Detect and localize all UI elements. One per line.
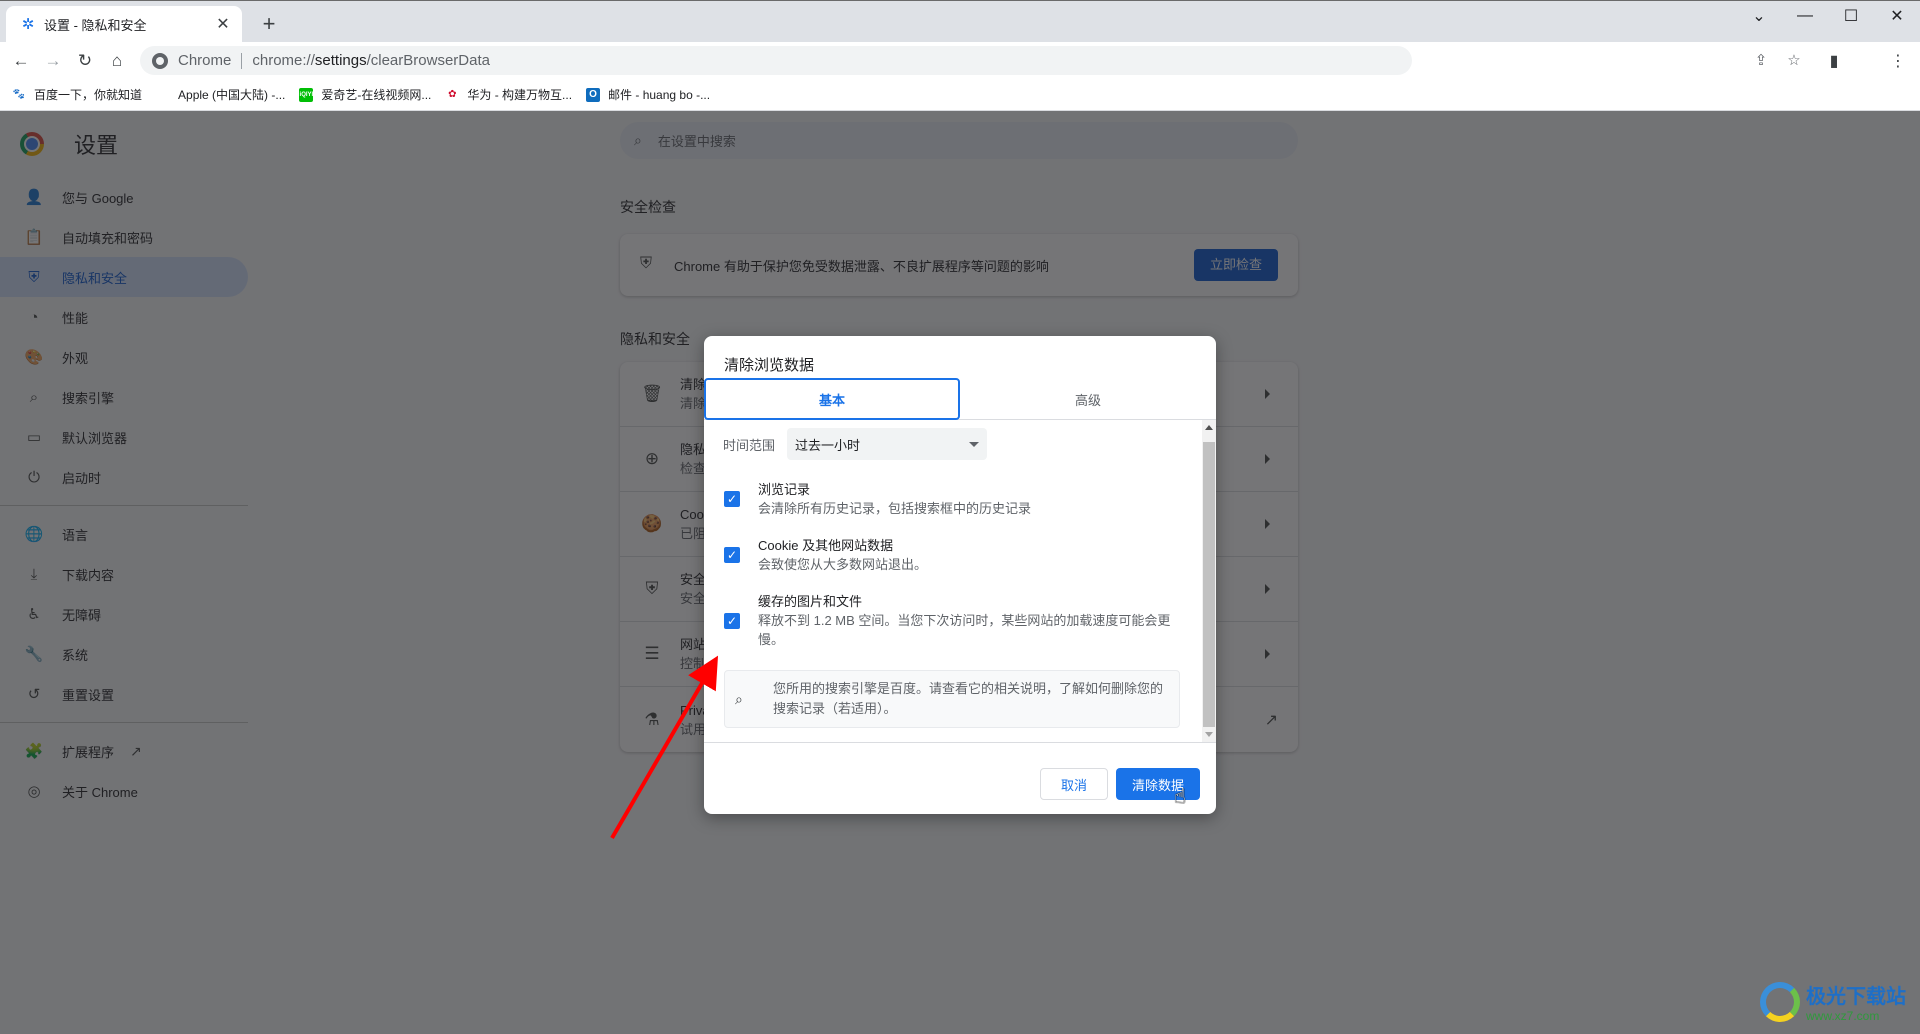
home-button[interactable]: ⌂ [104, 48, 130, 74]
side-panel-icon: ▮ [1829, 53, 1839, 70]
maximize-button[interactable]: ☐ [1828, 1, 1874, 31]
bookmark-item[interactable]: 🐾 百度一下，你就知道 [12, 86, 142, 103]
gear-icon: ✲ [21, 15, 35, 33]
iqiyi-icon: iQIYI [299, 87, 314, 102]
search-icon: ⌕ [735, 691, 743, 707]
bookmark-item[interactable]: ✿ 华为 - 构建万物互... [445, 86, 572, 103]
omnibox-separator [241, 52, 243, 69]
chrome-menu-button[interactable]: ⋮ [1886, 49, 1910, 73]
cookies-checkbox[interactable]: ✓ [724, 547, 740, 563]
back-button[interactable]: ← [8, 48, 34, 74]
bookmarks-bar: 🐾 百度一下，你就知道 Apple (中国大陆) -... iQIYI 爱奇艺-在线… [0, 79, 1920, 111]
cancel-button[interactable]: 取消 [1040, 768, 1108, 800]
close-icon: ✕ [1890, 8, 1904, 25]
chevron-down-icon: ⌄ [1752, 8, 1766, 25]
close-tab-button[interactable]: ✕ [214, 16, 232, 34]
home-icon: ⌂ [111, 51, 123, 70]
bookmark-item[interactable]: Apple (中国大陆) -... [156, 86, 285, 103]
clear-browsing-data-dialog: 清除浏览数据 基本 高级 时间范围 过去一小时 ✓ 浏览记录 会清除所有历史记录，… [704, 336, 1216, 814]
browser-tab[interactable]: ✲ 设置 - 隐私和安全 ✕ [6, 6, 242, 43]
share-button[interactable]: ⇪ [1750, 49, 1772, 71]
option-browsing-history: ✓ 浏览记录 会清除所有历史记录，包括搜索框中的历史记录 [724, 480, 1178, 518]
forward-button[interactable]: → [40, 48, 66, 74]
bookmark-item[interactable]: O 邮件 - huang bo -... [586, 86, 710, 103]
clear-data-button[interactable]: 清除数据 [1116, 768, 1200, 800]
side-panel-button[interactable]: ▮ [1822, 49, 1846, 73]
browser-toolbar: ← → ↻ ⌂ Chrome chrome://settings/clearBr… [0, 42, 1920, 114]
dialog-footer: 取消 清除数据 [704, 742, 1216, 814]
watermark-name: 极光下载站 [1806, 986, 1906, 1008]
scroll-up-icon[interactable] [1205, 425, 1213, 430]
tab-advanced[interactable]: 高级 [960, 378, 1216, 420]
browsing-history-checkbox[interactable]: ✓ [724, 491, 740, 507]
option-cached-files: ✓ 缓存的图片和文件 释放不到 1.2 MB 空间。当您下次访问时，某些网站的加载… [724, 592, 1178, 649]
close-window-button[interactable]: ✕ [1874, 1, 1920, 31]
watermark: 极光下载站 www.xz7.com [1760, 980, 1906, 1023]
new-tab-button[interactable]: + [257, 13, 281, 37]
arrow-left-icon: ← [12, 51, 30, 70]
cached-files-checkbox[interactable]: ✓ [724, 612, 740, 629]
tab-basic[interactable]: 基本 [704, 378, 960, 420]
search-engine-note-text: 您所用的搜索引擎是百度。请查看它的相关说明，了解如何删除您的搜索记录（若适用）。 [773, 681, 1164, 716]
watermark-url: www.xz7.com [1806, 1009, 1880, 1023]
baidu-icon: 🐾 [12, 88, 26, 100]
time-range-value: 过去一小时 [795, 437, 861, 453]
arrow-right-icon: → [44, 51, 62, 70]
tab-search-button[interactable]: ⌄ [1736, 1, 1782, 31]
outlook-icon: O [586, 87, 601, 102]
bookmark-star-button[interactable]: ☆ [1783, 49, 1805, 71]
tab-strip: ✲ 设置 - 隐私和安全 ✕ + ⌄ — ☐ ✕ [0, 0, 1920, 43]
huawei-icon: ✿ [448, 88, 457, 100]
bookmark-item[interactable]: iQIYI 爱奇艺-在线视频网... [299, 86, 431, 103]
time-range-select[interactable]: 过去一小时 [787, 428, 988, 460]
reload-button[interactable]: ↻ [72, 48, 98, 74]
search-engine-note: ⌕ 您所用的搜索引擎是百度。请查看它的相关说明，了解如何删除您的搜索记录（若适用… [724, 670, 1180, 728]
scroll-down-icon[interactable] [1205, 732, 1213, 737]
option-cookies: ✓ Cookie 及其他网站数据 会致使您从大多数网站退出。 [724, 536, 1178, 574]
dialog-title: 清除浏览数据 [724, 357, 815, 374]
star-icon: ☆ [1787, 52, 1801, 69]
dialog-scrollbar[interactable] [1202, 420, 1216, 742]
apple-icon [156, 88, 170, 102]
watermark-logo-icon [1760, 981, 1800, 1022]
url-text: chrome://settings/clearBrowserData [252, 52, 490, 69]
kebab-menu-icon: ⋮ [1890, 53, 1906, 70]
maximize-icon: ☐ [1843, 8, 1859, 25]
hand-cursor-icon: ☝ [1174, 786, 1187, 808]
reload-icon: ↻ [77, 51, 93, 70]
tab-title: 设置 - 隐私和安全 [44, 18, 147, 33]
dialog-tabs: 基本 高级 [704, 378, 1216, 420]
address-bar[interactable]: Chrome chrome://settings/clearBrowserDat… [140, 46, 1412, 75]
chrome-site-icon [152, 52, 168, 69]
dialog-body: 时间范围 过去一小时 ✓ 浏览记录 会清除所有历史记录，包括搜索框中的历史记录 ✓… [704, 420, 1216, 742]
minimize-icon: — [1797, 7, 1813, 24]
site-name: Chrome [178, 52, 232, 69]
scrollbar-thumb[interactable] [1203, 442, 1215, 727]
minimize-button[interactable]: — [1782, 1, 1828, 31]
time-range-label: 时间范围 [723, 437, 776, 453]
time-range-row: 时间范围 过去一小时 [723, 428, 988, 460]
dropdown-caret-icon [969, 442, 980, 447]
share-icon: ⇪ [1754, 52, 1768, 69]
